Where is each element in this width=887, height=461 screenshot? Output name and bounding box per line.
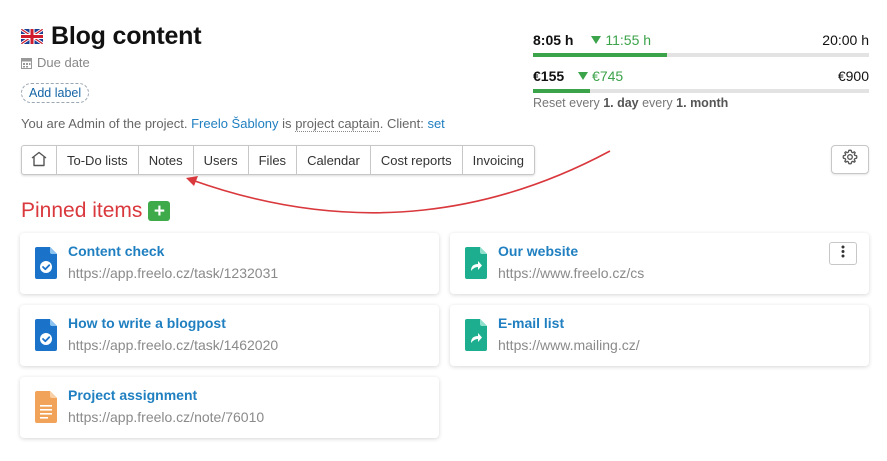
tab-cost-reports[interactable]: Cost reports [371, 146, 463, 174]
time-spent: 8:05 h [533, 32, 574, 48]
reset-day: 1. day [603, 96, 639, 110]
pinned-item-url: https://www.mailing.cz/ [498, 337, 640, 353]
settings-button[interactable] [831, 145, 869, 174]
project-tabs: To-Do lists Notes Users Files Calendar C… [21, 145, 535, 175]
tab-todo-lists[interactable]: To-Do lists [57, 146, 139, 174]
tab-users[interactable]: Users [194, 146, 249, 174]
tab-notes[interactable]: Notes [139, 146, 194, 174]
pinned-item-url: https://www.freelo.cz/cs [498, 265, 645, 281]
link-file-icon [465, 247, 487, 279]
due-date-label: Due date [37, 55, 90, 70]
pinned-item-title[interactable]: How to write a blogpost [68, 315, 226, 331]
pinned-item-title[interactable]: E-mail list [498, 315, 564, 331]
admin-prefix: You are Admin of the project. [21, 116, 188, 131]
time-progress-bar [533, 53, 869, 57]
pinned-item-title[interactable]: Content check [68, 243, 164, 259]
reset-month: 1. month [676, 96, 729, 110]
time-budget: 8:05 h 11:55 h 20:00 h [533, 32, 869, 57]
time-progress-fill [533, 53, 668, 57]
pinned-item[interactable]: Project assignment https://app.freelo.cz… [20, 377, 439, 438]
home-icon [30, 151, 48, 170]
pinned-title: Pinned items [21, 199, 143, 222]
pinned-item[interactable]: E-mail list https://www.mailing.cz/ [450, 305, 869, 366]
money-budget: €155 €745 €900 [533, 68, 869, 93]
reset-middle: every [642, 96, 673, 110]
money-estimate: €745 [578, 68, 623, 84]
money-total: €900 [837, 68, 869, 84]
reset-prefix: Reset every [533, 96, 600, 110]
time-total: 20:00 h [822, 32, 869, 48]
captain-role: project captain [295, 116, 380, 132]
note-file-icon [35, 391, 57, 423]
triangle-down-icon [591, 36, 602, 44]
money-estimate-value: €745 [592, 68, 624, 84]
kebab-icon [841, 245, 845, 263]
time-estimate-value: 11:55 h [605, 32, 652, 48]
pinned-item-title[interactable]: Our website [498, 243, 578, 259]
pinned-item[interactable]: How to write a blogpost https://app.free… [20, 305, 439, 366]
pinned-item-url: https://app.freelo.cz/task/1462020 [68, 337, 279, 353]
add-pinned-button[interactable]: + [148, 201, 171, 221]
admin-info: You are Admin of the project. Freelo Šab… [21, 116, 445, 132]
tab-calendar[interactable]: Calendar [297, 146, 371, 174]
client-set-link[interactable]: set [427, 116, 444, 131]
pinned-item-url: https://app.freelo.cz/note/76010 [68, 409, 265, 425]
pinned-item[interactable]: Our website https://www.freelo.cz/cs [450, 233, 869, 294]
triangle-down-icon [578, 72, 589, 80]
money-progress-fill [533, 89, 591, 93]
pinned-item-url: https://app.freelo.cz/task/1232031 [68, 265, 279, 281]
due-date[interactable]: Due date [21, 55, 90, 70]
captain-link[interactable]: Freelo Šablony [191, 116, 278, 131]
task-file-icon [35, 319, 57, 351]
pinned-item-title[interactable]: Project assignment [68, 387, 197, 403]
add-label-button[interactable]: Add label [21, 83, 90, 103]
time-estimate: 11:55 h [591, 32, 651, 48]
page-title: Blog content [51, 22, 202, 50]
tab-files[interactable]: Files [249, 146, 298, 174]
item-menu-button[interactable] [829, 242, 857, 265]
tab-invoicing[interactable]: Invoicing [463, 146, 534, 174]
tab-home[interactable] [22, 146, 57, 174]
title-row: Blog content [21, 22, 202, 51]
gear-icon [842, 149, 858, 170]
uk-flag-icon [21, 29, 43, 44]
money-progress-bar [533, 89, 869, 93]
pinned-header: Pinned items + [21, 199, 171, 223]
arrow-head [186, 176, 198, 186]
calendar-icon [21, 57, 32, 69]
pinned-item[interactable]: Content check https://app.freelo.cz/task… [20, 233, 439, 294]
client-label: . Client: [379, 116, 424, 131]
money-spent: €155 [533, 68, 565, 84]
link-file-icon [465, 319, 487, 351]
admin-is: is [282, 116, 292, 131]
budget-reset-info: Reset every 1. day every 1. month [533, 96, 728, 110]
task-file-icon [35, 247, 57, 279]
